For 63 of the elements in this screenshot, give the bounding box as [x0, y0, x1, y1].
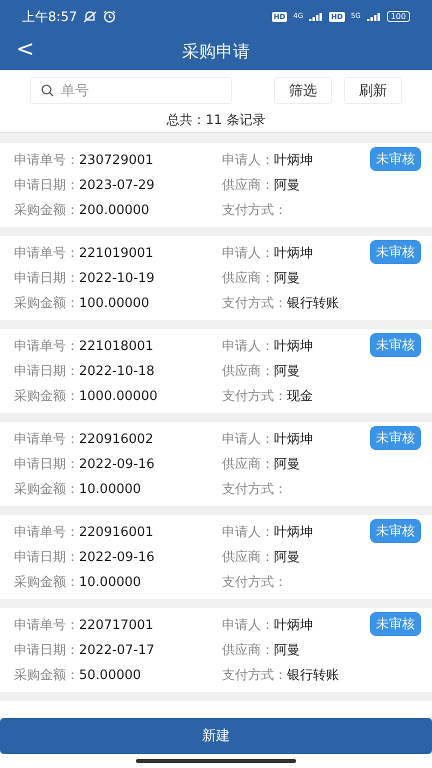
- record-card[interactable]: 申请单号：220916002 申请人：叶炳坤 申请日期：2022-09-16 供应商：阿曼 采购金额：10.00000 支付方式： 未审核: [0, 422, 432, 506]
- record-field: 申请单号：221018001: [14, 336, 222, 354]
- record-field: 支付方式：: [222, 200, 366, 218]
- search-field[interactable]: 单号: [30, 77, 232, 104]
- record-field: 申请日期：2022-09-16: [14, 454, 222, 472]
- record-field: 支付方式：: [222, 572, 366, 590]
- record-card[interactable]: 申请单号：221018001 申请人：叶炳坤 申请日期：2022-10-18 供应商：阿曼 采购金额：1000.00000 支付方式：现金 未审核: [0, 329, 432, 413]
- record-field: 采购金额：50.00000: [14, 666, 222, 684]
- record-field: 供应商：阿曼: [222, 176, 366, 194]
- status-tag: 未审核: [370, 612, 421, 636]
- toolbar-button[interactable]: 刷新: [344, 77, 402, 104]
- mute-icon: [83, 10, 98, 22]
- record-field: 供应商：阿曼: [222, 454, 366, 472]
- record-field: 支付方式：银行转账: [222, 666, 366, 684]
- record-field: 申请单号：220916002: [14, 430, 222, 448]
- record-field: 供应商：阿曼: [222, 640, 366, 658]
- search-icon: [41, 84, 54, 97]
- alarm-icon: [103, 10, 116, 23]
- status-tag: 未审核: [370, 147, 421, 171]
- record-field: 申请日期：2023-07-29: [14, 176, 222, 194]
- toolbar-button[interactable]: 筛选: [274, 77, 332, 104]
- status-tag: 未审核: [370, 240, 421, 264]
- record-card[interactable]: [0, 701, 432, 717]
- status-tag: 未审核: [370, 426, 421, 450]
- record-field: 申请人：叶炳坤: [222, 616, 366, 634]
- record-field: 采购金额：1000.00000: [14, 386, 222, 404]
- record-field: 支付方式：现金: [222, 386, 366, 404]
- record-field: 供应商：阿曼: [222, 548, 366, 566]
- record-field: 申请日期：2022-07-17: [14, 640, 222, 658]
- record-card[interactable]: 申请单号：220717001 申请人：叶炳坤 申请日期：2022-07-17 供应商：阿曼 采购金额：50.00000 支付方式：银行转账 未审核: [0, 608, 432, 692]
- record-field: 申请日期：2022-09-16: [14, 548, 222, 566]
- record-card[interactable]: 申请单号：221019001 申请人：叶炳坤 申请日期：2022-10-19 供应商：阿曼 采购金额：100.00000 支付方式：银行转账 未审核: [0, 236, 432, 320]
- record-card[interactable]: 申请单号：220916001 申请人：叶炳坤 申请日期：2022-09-16 供应商：阿曼 采购金额：10.00000 支付方式： 未审核: [0, 515, 432, 599]
- record-field: 申请单号：221019001: [14, 244, 222, 262]
- record-field: 供应商：阿曼: [222, 362, 366, 380]
- record-field: 支付方式：银行转账: [222, 294, 366, 312]
- status-tag: 未审核: [370, 333, 421, 357]
- record-card[interactable]: 申请单号：230729001 申请人：叶炳坤 申请日期：2023-07-29 供应商：阿曼 采购金额：200.00000 支付方式： 未审核: [0, 143, 432, 227]
- record-field: 申请人：叶炳坤: [222, 150, 366, 168]
- record-field: 采购金额：100.00000: [14, 294, 222, 312]
- record-field: 申请人：叶炳坤: [222, 244, 366, 262]
- page-title: 采购申请: [182, 41, 250, 63]
- battery-level: 100: [386, 11, 410, 22]
- signal-icon: [309, 12, 324, 21]
- record-field: 申请单号：230729001: [14, 150, 222, 168]
- record-field: 采购金额：10.00000: [14, 572, 222, 590]
- record-field: 申请人：叶炳坤: [222, 430, 366, 448]
- record-field: 支付方式：: [222, 480, 366, 498]
- record-field: 申请日期：2022-10-19: [14, 268, 222, 286]
- record-field: 供应商：阿曼: [222, 268, 366, 286]
- signal-icon: [366, 12, 381, 21]
- record-field: 申请人：叶炳坤: [222, 522, 366, 540]
- record-field: 申请人：叶炳坤: [222, 336, 366, 354]
- status-tag: 未审核: [370, 519, 421, 543]
- record-field: 采购金额：200.00000: [14, 200, 222, 218]
- back-button[interactable]: <: [12, 37, 38, 62]
- record-field: 申请单号：220717001: [14, 616, 222, 634]
- record-field: 申请日期：2022-10-18: [14, 362, 222, 380]
- record-field: 采购金额：10.00000: [14, 480, 222, 498]
- status-time: 上午8:57: [22, 8, 78, 26]
- new-button[interactable]: 新建: [0, 718, 432, 754]
- record-field: 申请单号：220916001: [14, 522, 222, 540]
- record-count: 总共：11 条记录: [166, 113, 266, 128]
